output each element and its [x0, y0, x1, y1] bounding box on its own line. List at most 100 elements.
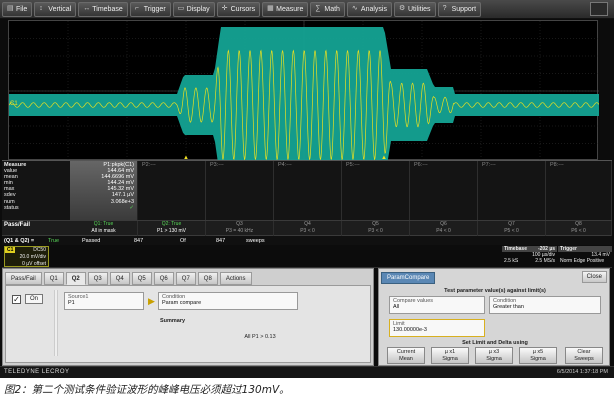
tab-q7[interactable]: Q7 [175, 272, 196, 285]
summary-header: Summary [160, 318, 186, 324]
passed-label: Passed [82, 237, 101, 244]
channel-offset: 0 µV offset [22, 261, 46, 267]
utilities-icon: ⚙ [399, 5, 406, 12]
condition-field[interactable]: Condition Param compare [158, 292, 298, 310]
channel-coupling: DC50 [33, 247, 46, 253]
measure-status-check-icon: ✓ [129, 204, 134, 211]
measure-label: status [4, 204, 19, 211]
delta-title: Set Limit and Delta using [462, 340, 528, 346]
summary-value: All P1 > 0.13 [244, 334, 276, 340]
trigger-mode-row: Norm Edge Positive [560, 258, 605, 264]
waveform-display [9, 21, 599, 161]
dialog-tabs: Pass/Fail Q1 Q2 Q3 Q4 Q5 Q6 Q7 Q8 Action… [5, 272, 254, 285]
menu-measure[interactable]: ▦ Measure [262, 1, 309, 17]
brand-logo-icon [590, 2, 608, 16]
passed-count: 847 [134, 237, 144, 244]
file-icon: ▤ [7, 5, 14, 12]
menu-file[interactable]: ▤ File [2, 1, 33, 17]
menu-math[interactable]: ∑ Math [310, 1, 345, 17]
measure-column[interactable]: P2:--- [138, 161, 206, 221]
passfail-q3[interactable]: Q3 P3 = 40 kHz [206, 221, 274, 236]
trigger-icon: ⌐ [134, 5, 139, 12]
q2-panel: ✓ On Source1 P1 ▶ Condition Param compar… [5, 285, 371, 363]
measure-p1-column[interactable]: P1:pkpk(C1) 144.64 mV 144.6696 mV 144.24… [70, 161, 138, 221]
passfail-row: Pass/Fail Q1: True All in mask Q2: True P1… [2, 220, 612, 236]
on-label: On [25, 294, 44, 304]
current-mean-button[interactable]: Current Mean [387, 347, 425, 364]
cursors-icon: ✛ [221, 5, 228, 12]
passfail-q8[interactable]: Q8 P6 < 0 [546, 221, 612, 236]
tab-q8[interactable]: Q8 [197, 272, 218, 285]
limit-input[interactable]: Limit 130.00000e-3 [389, 319, 485, 337]
measure-column[interactable]: P3:--- [206, 161, 274, 221]
on-checkbox[interactable]: ✓ On [12, 294, 44, 304]
passfail-q4[interactable]: Q4 P3 < 0 [274, 221, 342, 236]
channel-vdiv: 20.0 mV/div [19, 254, 46, 260]
passfail-q6[interactable]: Q6 P4 < 0 [410, 221, 478, 236]
passfail-q5[interactable]: Q5 P3 < 0 [342, 221, 410, 236]
timebase-icon: ↔ [83, 5, 91, 12]
measure-labels: Measure value mean min max sdev num stat… [4, 162, 26, 211]
measure-column[interactable]: P5:--- [342, 161, 410, 221]
total-count: 847 [216, 237, 226, 244]
sigma-x5-button[interactable]: µ x5 Sigma [519, 347, 557, 364]
menu-timebase[interactable]: ↔ Timebase [78, 1, 128, 17]
measure-column[interactable]: P7:--- [478, 161, 546, 221]
tab-passfail[interactable]: Pass/Fail [5, 272, 42, 285]
support-icon: ? [442, 5, 447, 12]
passfail-label: Pass/Fail [4, 222, 31, 228]
passfail-q1[interactable]: Q1: True All in mask [70, 221, 138, 236]
passfail-q7[interactable]: Q7 P5 < 0 [478, 221, 546, 236]
vertical-icon: ↕ [39, 5, 43, 12]
menu-vertical[interactable]: ↕ Vertical [34, 1, 77, 17]
measure-table: Measure value mean min max sdev num stat… [2, 160, 612, 221]
math-icon: ∑ [315, 5, 321, 12]
brand-label: TELEDYNE LECROY [4, 369, 70, 375]
tab-q4[interactable]: Q4 [109, 272, 130, 285]
measure-column[interactable]: P6:--- [410, 161, 478, 221]
checkmark-icon: ✓ [12, 294, 21, 304]
sigma-x3-button[interactable]: µ x3 Sigma [475, 347, 513, 364]
sigma-x1-button[interactable]: µ x1 Sigma [431, 347, 469, 364]
menu-cursors[interactable]: ✛ Cursors [216, 1, 261, 17]
channel-tag: C1 [5, 247, 16, 253]
trigger-descriptor[interactable]: Trigger 13.4 mV Norm Edge Positive [558, 246, 612, 267]
timebase-descriptor[interactable]: Timebase -202 µs 100 µs/div 2.5 kS 2.5 MS/… [502, 246, 557, 267]
condition-select[interactable]: Condition Greater than [489, 296, 601, 314]
menu-support[interactable]: ? Support [437, 1, 482, 17]
sweeps-label: sweeps [246, 237, 265, 244]
boolean-summary-row: (Q1 & Q2) = True Passed 847 Of 847 sweep… [2, 236, 612, 245]
measure-column[interactable]: P4:--- [274, 161, 342, 221]
oscilloscope-window: ▤ File ↕ Vertical ↔ Timebase ⌐ Trigger ▭ Disp… [0, 0, 614, 378]
datetime-label: 6/5/2014 1:37:18 PM [556, 369, 608, 375]
menu-utilities[interactable]: ⚙ Utilities [394, 1, 436, 17]
paramcompare-panel: ParamCompare Close Test parameter value(… [378, 268, 610, 366]
paramcompare-title: Test parameter value(s) against limit(s) [444, 288, 546, 294]
condition-value: Param compare [162, 300, 202, 306]
tab-q1[interactable]: Q1 [43, 272, 64, 285]
condition-arrow-icon: ▶ [148, 296, 155, 306]
compare-values-field[interactable]: Compare values All [389, 296, 485, 314]
of-label: Of [180, 237, 186, 244]
source-value: P1 [68, 300, 75, 306]
tab-q5[interactable]: Q5 [131, 272, 152, 285]
tab-paramcompare[interactable]: ParamCompare [381, 272, 436, 284]
menu-bar: ▤ File ↕ Vertical ↔ Timebase ⌐ Trigger ▭ Disp… [0, 0, 614, 19]
channel-marker: C1 [10, 101, 18, 107]
passfail-q2[interactable]: Q2: True P1 > 130 mV [138, 221, 206, 236]
menu-trigger[interactable]: ⌐ Trigger [129, 1, 171, 17]
boolean-expression: (Q1 & Q2) = [4, 237, 35, 244]
tab-q2[interactable]: Q2 [65, 272, 86, 285]
tab-q6[interactable]: Q6 [153, 272, 174, 285]
summary-box: Summary All P1 > 0.13 [154, 318, 366, 352]
channel-descriptor[interactable]: C1 DC50 20.0 mV/div 0 µV offset [4, 246, 49, 267]
clear-sweeps-button[interactable]: Clear Sweeps [565, 347, 603, 364]
measure-column[interactable]: P8:--- [546, 161, 612, 221]
waveform-grid[interactable]: C1 [8, 20, 599, 161]
menu-display[interactable]: ▭ Display [172, 1, 215, 17]
close-button[interactable]: Close [581, 271, 607, 283]
menu-analysis[interactable]: ∿ Analysis [346, 1, 392, 17]
tab-q3[interactable]: Q3 [87, 272, 108, 285]
source-field[interactable]: Source1 P1 [64, 292, 144, 310]
tab-actions[interactable]: Actions [219, 272, 252, 285]
